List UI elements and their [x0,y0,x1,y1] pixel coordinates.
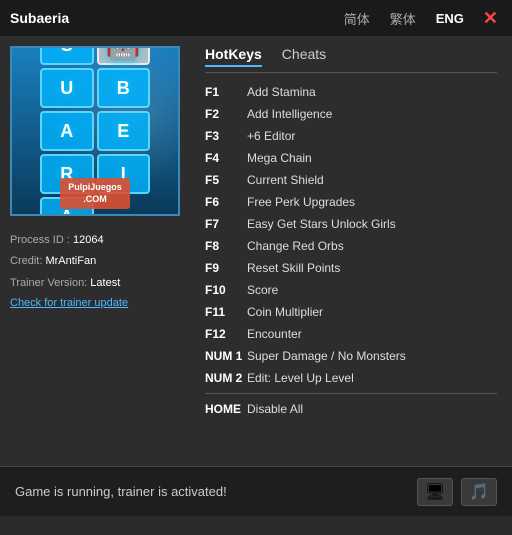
logo-tile-robot: 🤖 [97,46,151,65]
hotkey-f9-key: F9 [205,259,247,277]
info-section: Process ID : 12064 Credit: MrAntiFan Tra… [10,233,180,309]
credit-value: MrAntiFan [45,255,96,267]
trainer-version-value: Latest [90,277,120,289]
close-button[interactable]: ✕ [479,8,502,29]
hotkey-num1-desc: Super Damage / No Monsters [247,347,406,365]
hotkey-f2-desc: Add Intelligence [247,105,332,123]
hotkey-home-key: HOME [205,400,247,418]
hotkey-f3: F3 +6 Editor [205,127,497,145]
divider [205,393,497,394]
hotkey-f4-key: F4 [205,149,247,167]
hotkey-f12: F12 Encounter [205,325,497,343]
hotkey-f11-key: F11 [205,303,247,321]
tab-bar: HotKeys Cheats [205,46,497,73]
hotkey-f10: F10 Score [205,281,497,299]
hotkey-f6: F6 Free Perk Upgrades [205,193,497,211]
update-link[interactable]: Check for trainer update [10,297,180,309]
hotkey-f4: F4 Mega Chain [205,149,497,167]
right-panel: HotKeys Cheats F1 Add Stamina F2 Add Int… [190,36,512,466]
hotkey-f1-desc: Add Stamina [247,83,316,101]
hotkey-f9-desc: Reset Skill Points [247,259,340,277]
hotkey-f7-desc: Easy Get Stars Unlock Girls [247,215,396,233]
trainer-version-label: Trainer Version: [10,277,90,289]
lang-simplified[interactable]: 简体 [339,7,375,30]
hotkey-f12-key: F12 [205,325,247,343]
process-id-value: 12064 [73,234,104,246]
hotkey-f10-key: F10 [205,281,247,299]
hotkey-f8: F8 Change Red Orbs [205,237,497,255]
hotkey-home: HOME Disable All [205,400,497,418]
credit-label: Credit: [10,255,45,267]
hotkey-f2-key: F2 [205,105,247,123]
hotkey-num1-key: NUM 1 [205,347,247,365]
hotkey-f12-desc: Encounter [247,325,302,343]
hotkey-num2-key: NUM 2 [205,369,247,387]
hotkey-f11: F11 Coin Multiplier [205,303,497,321]
left-panel: S 🤖 U B A E R I A PulpiJuegos.COM Proces… [0,36,190,466]
hotkey-f11-desc: Coin Multiplier [247,303,323,321]
bottom-icons: 🖥 🎵 [417,478,497,506]
hotkey-f5-key: F5 [205,171,247,189]
hotkey-f5: F5 Current Shield [205,171,497,189]
lang-english[interactable]: ENG [431,9,469,28]
hotkey-num2: NUM 2 Edit: Level Up Level [205,369,497,387]
logo-tile-b: B [97,68,151,108]
hotkey-f1: F1 Add Stamina [205,83,497,101]
hotkey-f3-key: F3 [205,127,247,145]
monitor-icon[interactable]: 🖥 [417,478,453,506]
hotkey-f6-desc: Free Perk Upgrades [247,193,355,211]
logo-tile-e: E [97,111,151,151]
hotkeys-list: F1 Add Stamina F2 Add Intelligence F3 +6… [205,83,497,456]
tab-cheats[interactable]: Cheats [282,46,326,67]
hotkey-f6-key: F6 [205,193,247,211]
logo-tile-s: S [40,46,94,65]
hotkey-f8-desc: Change Red Orbs [247,237,344,255]
hotkey-f5-desc: Current Shield [247,171,324,189]
process-id-row: Process ID : 12064 [10,233,180,248]
music-icon[interactable]: 🎵 [461,478,497,506]
logo-tile-u: U [40,68,94,108]
hotkey-f1-key: F1 [205,83,247,101]
trainer-version-row: Trainer Version: Latest [10,276,180,291]
bottom-bar: Game is running, trainer is activated! 🖥… [0,466,512,516]
hotkey-num1: NUM 1 Super Damage / No Monsters [205,347,497,365]
tab-hotkeys[interactable]: HotKeys [205,46,262,67]
hotkey-f9: F9 Reset Skill Points [205,259,497,277]
game-image: S 🤖 U B A E R I A PulpiJuegos.COM [10,46,180,216]
title-bar-controls: 简体 繁体 ENG ✕ [339,7,502,30]
title-bar: Subaeria 简体 繁体 ENG ✕ [0,0,512,36]
hotkey-num2-desc: Edit: Level Up Level [247,369,354,387]
status-message: Game is running, trainer is activated! [15,484,227,499]
hotkey-home-desc: Disable All [247,400,303,418]
hotkey-f10-desc: Score [247,281,278,299]
hotkey-f3-desc: +6 Editor [247,127,295,145]
hotkey-f8-key: F8 [205,237,247,255]
logo-tile-a: A [40,111,94,151]
main-content: S 🤖 U B A E R I A PulpiJuegos.COM Proces… [0,36,512,466]
app-title: Subaeria [10,10,69,26]
process-id-label: Process ID : [10,234,73,246]
hotkey-f2: F2 Add Intelligence [205,105,497,123]
hotkey-f7-key: F7 [205,215,247,233]
credit-row: Credit: MrAntiFan [10,254,180,269]
lang-traditional[interactable]: 繁体 [385,7,421,30]
watermark: PulpiJuegos.COM [60,178,130,209]
hotkey-f7: F7 Easy Get Stars Unlock Girls [205,215,497,233]
hotkey-f4-desc: Mega Chain [247,149,312,167]
watermark-overlay: PulpiJuegos.COM [12,178,178,209]
